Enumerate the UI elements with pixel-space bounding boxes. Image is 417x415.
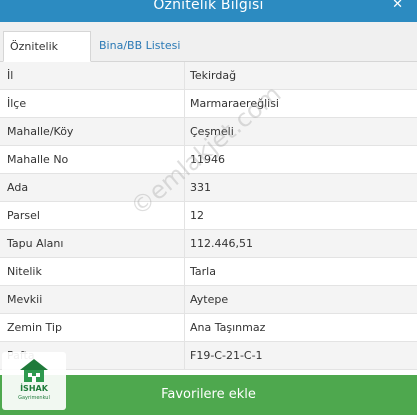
row-value: 331	[190, 181, 211, 194]
tab-oznitelik-bilgisi[interactable]: Öznitelik Bilgisi	[3, 31, 91, 83]
row-key: Mevkii	[7, 293, 43, 306]
row-value: Tekirdağ	[190, 69, 237, 82]
table-row: Ada 331	[0, 174, 417, 202]
row-value: 12	[190, 209, 204, 222]
table-row: İlçe Marmaraereğlisi	[0, 90, 417, 118]
row-value: Çeşmeli	[190, 125, 234, 138]
table-row: Zemin Tip Ana Taşınmaz	[0, 314, 417, 342]
row-key: Zemin Tip	[7, 321, 62, 334]
table-row: Parsel 12	[0, 202, 417, 230]
table-row: Nitelik Tarla	[0, 258, 417, 286]
tab-bar: Öznitelik Bilgisi Bina/BB Listesi	[0, 22, 417, 83]
row-key: Mahalle No	[7, 153, 69, 166]
row-key: Parsel	[7, 209, 40, 222]
row-key: İl	[7, 69, 14, 82]
table-row: Mevkii Aytepe	[0, 286, 417, 314]
row-value: F19-C-21-C-1	[190, 349, 263, 362]
table-row: Mahalle No 11946	[0, 146, 417, 174]
row-value: Aytepe	[190, 293, 229, 306]
attribute-table: İl Tekirdağ İlçe Marmaraereğlisi Mahalle/K…	[0, 62, 417, 370]
dialog-header: Öznitelik Bilgisi ✕	[0, 0, 417, 22]
row-key: Ada	[7, 181, 29, 194]
table-row: İl Tekirdağ	[0, 62, 417, 90]
row-value: 11946	[190, 153, 225, 166]
row-value: Ana Taşınmaz	[190, 321, 266, 334]
house-icon	[20, 359, 48, 382]
dialog-title: Öznitelik Bilgisi	[153, 0, 264, 13]
table-row: Mahalle/Köy Çeşmeli	[0, 118, 417, 146]
table-row: Tapu Alanı 112.446,51	[0, 230, 417, 258]
close-icon[interactable]: ✕	[392, 0, 403, 12]
row-key: Mahalle/Köy	[7, 125, 74, 138]
row-key: Tapu Alanı	[7, 237, 64, 250]
logo-subtitle: Gayrimenkul	[18, 395, 50, 401]
logo-name: İSHAK	[20, 384, 48, 393]
row-key: Nitelik	[7, 265, 42, 278]
row-value: 112.446,51	[190, 237, 253, 250]
company-logo: İSHAK Gayrimenkul	[2, 352, 66, 410]
tab-bina-bb-listesi[interactable]: Bina/BB Listesi	[93, 31, 186, 62]
row-key: İlçe	[7, 97, 27, 110]
row-value: Tarla	[190, 265, 216, 278]
row-value: Marmaraereğlisi	[190, 97, 279, 110]
